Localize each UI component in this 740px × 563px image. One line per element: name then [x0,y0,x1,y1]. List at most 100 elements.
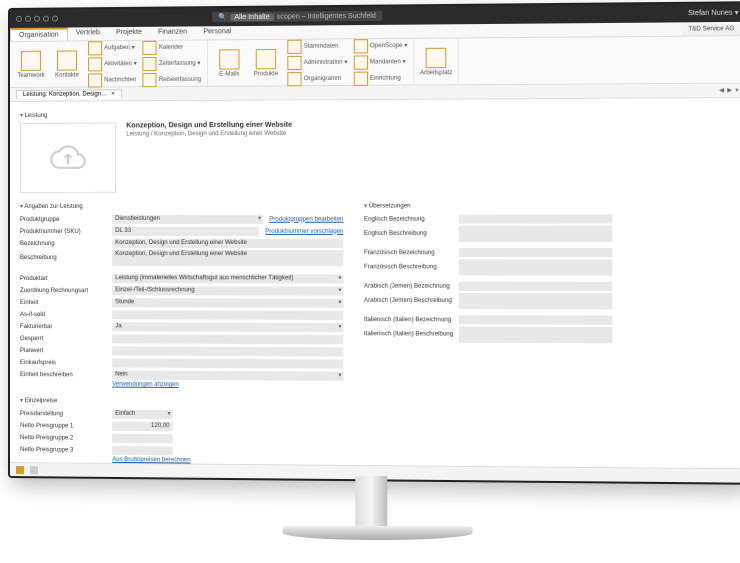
produktart-field[interactable]: Leistung (immaterielles Wirtschaftsgut a… [112,274,343,283]
nav-next-icon[interactable]: ▶ [727,87,732,94]
asifsold-field[interactable] [112,310,343,320]
ar-besch-field[interactable] [459,293,613,310]
fr-besch-field[interactable] [459,259,613,275]
teamwork-icon [21,50,41,70]
admin-icon [287,55,301,69]
ribbon: Teamwork Kontakte Aufgaben ▾ Aktivitäten… [10,36,740,88]
it-besch-field[interactable] [459,326,613,343]
monitor-stand [355,476,387,528]
gesperrt-field[interactable] [112,334,343,344]
lbl-produktart: Produktart [20,276,112,282]
search-icon: 🔍 [218,13,227,21]
ribbon-administration[interactable]: Administration ▾ [287,55,347,70]
messages-icon [88,73,102,87]
produktgruppe-field[interactable]: Dienstleistungen [112,215,263,224]
global-search[interactable]: 🔍 Alle Inhalte scopen – Intelligentes Su… [212,11,382,23]
fakturierbar-field[interactable]: Ja [112,322,343,332]
window-control-icon[interactable] [52,16,58,22]
ribbon-openscope[interactable]: OpenScope ▾ [354,38,408,53]
lbl-asifsold: As-if-sold [20,312,112,318]
lbl-fr-besch: Französisch Beschreibung [364,264,459,270]
image-placeholder[interactable] [20,122,116,192]
tab-personal[interactable]: Personal [195,26,239,39]
client-icon [354,55,368,69]
ar-bez-field[interactable] [459,282,613,291]
ribbon-mandanten[interactable]: Mandanten ▾ [354,55,408,70]
lbl-netto2: Netto Preisgruppe 2 [20,435,112,442]
ribbon-stammdaten[interactable]: Stammdaten [287,39,347,54]
ribbon-einrichtung[interactable]: Einrichtung [354,71,408,86]
calendar-icon [143,40,157,54]
link-produktgruppen-bearbeiten[interactable]: Produktgruppen bearbeiten [269,216,343,222]
link-sku-vorschlagen[interactable]: Produktnummer vorschlagen [265,228,343,234]
ribbon-teamwork[interactable]: Teamwork [16,45,46,84]
statusbar-icon[interactable] [30,466,38,474]
lbl-einheitbeschr: Einheit beschreiben [20,372,112,378]
ribbon-reiseerfassung[interactable]: Reiseerfassung [143,72,201,86]
nav-dd-icon[interactable]: ▾ [735,87,738,94]
lbl-gesperrt: Gesperrt [20,336,112,342]
preisdarstellung-field[interactable]: Einfach [112,410,172,419]
window-control-icon[interactable] [25,16,31,22]
en-besch-field[interactable] [459,226,613,242]
ribbon-arbeitsplatz[interactable]: Arbeitsplatz [421,42,452,82]
search-scope-pill[interactable]: Alle Inhalte [230,13,273,20]
close-icon[interactable]: × [111,91,115,97]
org-selector[interactable]: T&D Service AG [682,24,740,36]
section-uebersetzungen[interactable]: Übersetzungen [364,202,612,209]
einheit-field[interactable]: Stunde [112,298,343,308]
zuordnung-field[interactable]: Einzel-/Teil-/Schlussrechnung [112,286,343,296]
netto3-field[interactable] [112,446,172,456]
ribbon-kalender[interactable]: Kalender [143,40,201,55]
window-control-icon[interactable] [34,16,40,22]
netto2-field[interactable] [112,434,172,444]
lbl-it-besch: Italienisch (Italien) Beschreibung [364,331,459,337]
einheitbeschr-field[interactable]: Nein [112,371,343,381]
it-bez-field[interactable] [459,315,613,325]
upload-cloud-icon [48,138,88,178]
lbl-fakturierbar: Fakturierbar [20,324,112,330]
content-area: Leistung Konzeption, Design und Erstellu… [10,100,740,468]
beschreibung-field[interactable]: Konzeption, Design und Erstellung einer … [112,250,343,266]
scope-icon [354,39,368,53]
ribbon-emails[interactable]: E-Mails [214,43,244,83]
window-control-icon[interactable] [43,16,49,22]
tab-finanzen[interactable]: Finanzen [150,26,195,39]
sku-field[interactable]: DL 33 [112,227,259,236]
ribbon-organigramm[interactable]: Organigramm [287,71,347,86]
ribbon-nachrichten[interactable]: Nachrichten [88,73,137,87]
lbl-beschreibung: Beschreibung [20,255,112,261]
tab-vertrieb[interactable]: Vertrieb [68,27,108,40]
ribbon-produkte[interactable]: Produkte [251,43,282,83]
lbl-planwert: Planwert [20,348,112,354]
lbl-en-bez: Englisch Bezeichnung [364,216,459,222]
lbl-netto1: Netto Preisgruppe 1 [20,423,112,430]
user-menu[interactable]: Stefan Nunes ▾ [688,9,738,18]
tab-organisation[interactable]: Organisation [10,28,68,41]
ribbon-aktivitaeten[interactable]: Aktivitäten ▾ [88,57,137,71]
search-placeholder: scopen – Intelligentes Suchfeld [277,12,376,20]
doc-tab[interactable]: Leistung: Konzeption, Design… × [16,89,122,99]
lbl-ar-bez: Arabisch (Jemen) Bezeichnung [364,283,459,289]
page-title: Konzeption, Design und Erstellung einer … [126,122,292,130]
lbl-ar-besch: Arabisch (Jemen) Beschreibung [364,298,459,304]
ribbon-aufgaben[interactable]: Aufgaben ▾ [88,40,137,54]
en-bez-field[interactable] [459,214,613,223]
section-einzelpreise[interactable]: Einzelpreise [20,397,344,406]
netto1-field[interactable]: 120,00 [112,422,172,431]
nav-prev-icon[interactable]: ◀ [719,87,724,94]
workspace-icon [426,47,447,67]
einkaufspreis-field[interactable] [112,358,343,368]
section-leistung[interactable]: Leistung [20,108,734,119]
tab-projekte[interactable]: Projekte [108,27,150,40]
app-window: 🔍 Alle Inhalte scopen – Intelligentes Su… [8,1,740,484]
window-control-icon[interactable] [16,16,22,22]
bezeichnung-field[interactable]: Konzeption, Design und Erstellung einer … [112,239,343,248]
lbl-zuordnung: Zuordnung Rechnungsart [20,288,112,294]
planwert-field[interactable] [112,346,343,356]
section-angaben[interactable]: Angaben zur Leistung [20,202,344,210]
fr-bez-field[interactable] [459,248,613,257]
ribbon-kontakte[interactable]: Kontakte [52,44,82,83]
statusbar-icon[interactable] [16,466,24,474]
ribbon-zeiterfassung[interactable]: Zeiterfassung ▾ [143,56,201,70]
